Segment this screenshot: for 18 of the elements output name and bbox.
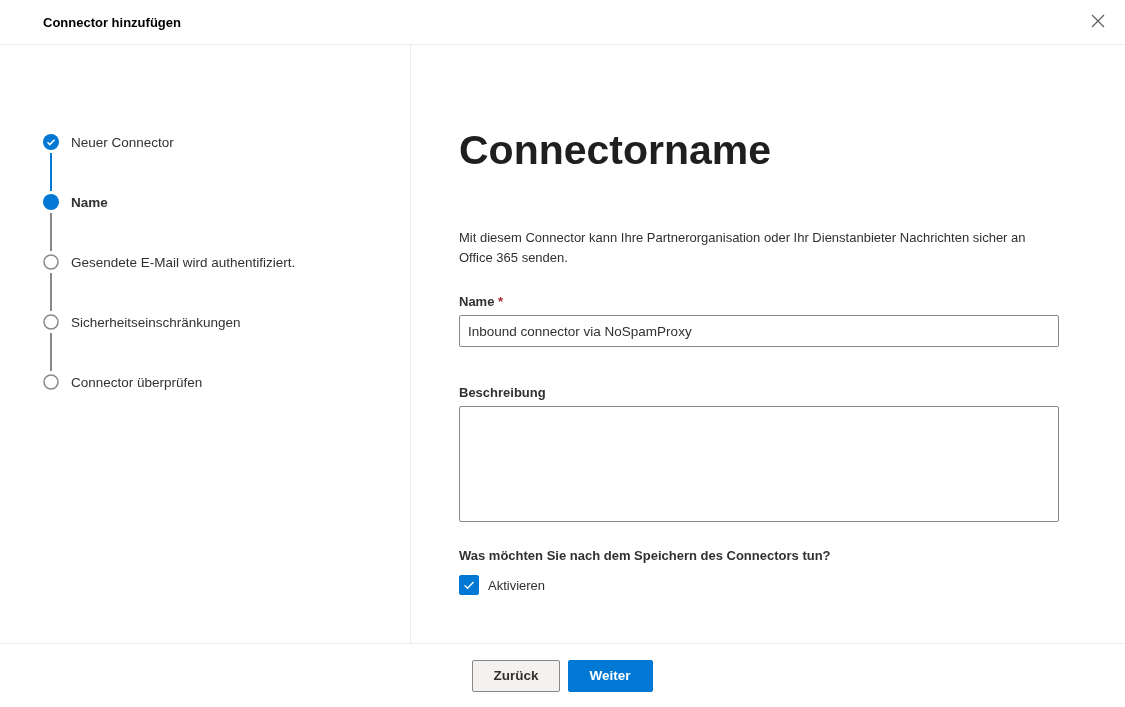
back-button[interactable]: Zurück bbox=[472, 659, 560, 692]
step-label: Neuer Connector bbox=[71, 134, 174, 150]
close-icon bbox=[1091, 14, 1105, 28]
next-button[interactable]: Weiter bbox=[567, 659, 653, 692]
step-label: Name bbox=[71, 194, 108, 210]
checkbox-label: Aktivieren bbox=[488, 577, 546, 593]
question-label: Was möchten Sie nach dem Speichern des Connectors tun? bbox=[459, 548, 832, 563]
description-text: Mit diesem Connector kann Ihre Partnerorganisation oder Ihr Dienstanbieter Nachrichten sicher an Office 365 senden. bbox=[459, 229, 1027, 267]
step-label: Connector überprüfen bbox=[71, 374, 203, 390]
description-text-area[interactable] bbox=[459, 406, 1059, 522]
name-input-field[interactable]: Inbound connector via NoSpamProxy bbox=[459, 315, 1059, 347]
checkbox[interactable] bbox=[459, 575, 479, 595]
dialog-title: Connector hinzufügen bbox=[43, 14, 181, 30]
page-heading: Connectorname bbox=[459, 127, 773, 174]
field-label: Beschreibung bbox=[459, 385, 547, 400]
field-label: Name * bbox=[459, 294, 505, 309]
step-label: Gesendete E-Mail wird authentifiziert. bbox=[71, 254, 296, 270]
step-label: Sicherheitseinschränkungen bbox=[71, 314, 241, 330]
